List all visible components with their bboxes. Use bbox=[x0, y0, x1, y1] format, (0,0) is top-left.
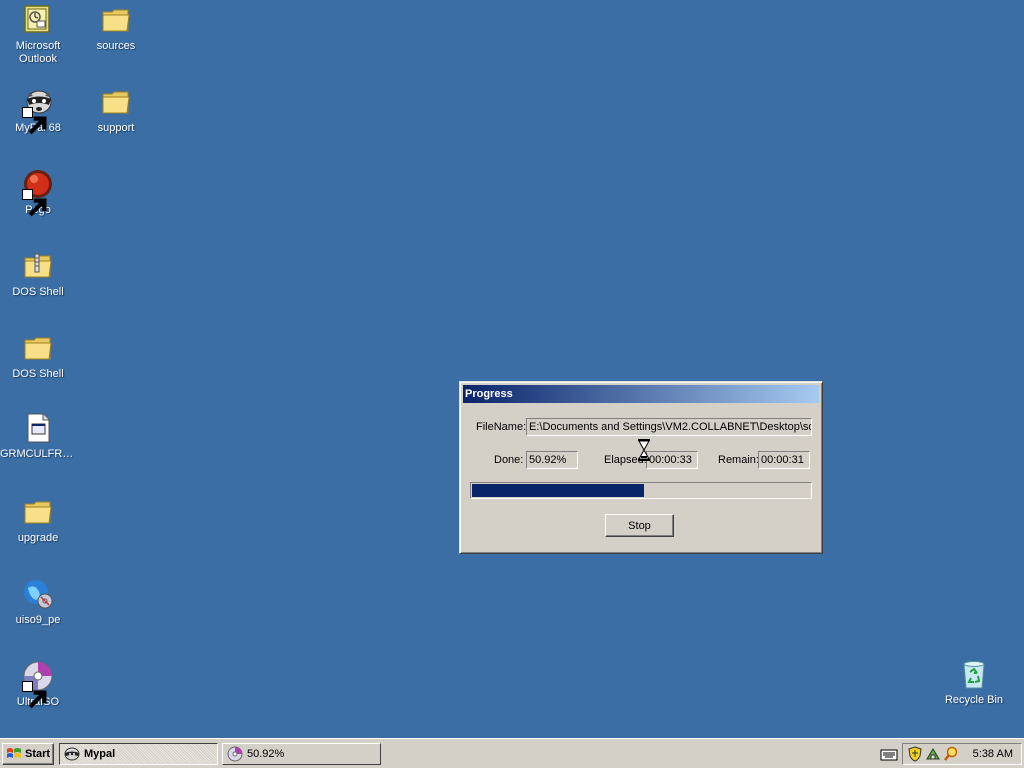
desktop-icon-label: sources bbox=[96, 40, 136, 52]
desktop-icon-mypal-68[interactable]: MyPal 68 bbox=[0, 86, 76, 135]
desktop-icon-dos-shell-folder[interactable]: DOS Shell bbox=[0, 332, 76, 381]
hourglass-cursor-icon bbox=[637, 439, 651, 461]
folder-icon bbox=[100, 86, 132, 118]
desktop-icon-label: DOS Shell bbox=[12, 368, 64, 380]
magnifier-icon[interactable] bbox=[943, 746, 959, 762]
done-field: 50.92% bbox=[526, 451, 578, 469]
desktop-icon-dos-shell-zip[interactable]: DOS Shell bbox=[0, 250, 76, 299]
keyboard-icon[interactable] bbox=[880, 748, 898, 762]
network-icon[interactable] bbox=[925, 746, 941, 762]
raccoon-icon bbox=[22, 86, 54, 135]
disc-icon bbox=[227, 746, 243, 762]
stop-button[interactable]: Stop bbox=[605, 514, 674, 537]
desktop-icon-upgrade[interactable]: upgrade bbox=[0, 496, 76, 545]
exe-file-icon bbox=[22, 412, 54, 444]
folder-icon bbox=[100, 4, 132, 36]
outlook-icon bbox=[22, 4, 54, 36]
desktop-icon-ultraiso[interactable]: UltraISO bbox=[0, 660, 76, 709]
windows-logo-icon bbox=[7, 748, 21, 758]
taskbar-item-ultraiso-progress[interactable]: 50.92% bbox=[222, 743, 381, 765]
desktop-icon-recycle-bin[interactable]: Recycle Bin bbox=[936, 658, 1012, 707]
desktop-icon-uiso9-pe[interactable]: uiso9_pe bbox=[0, 578, 76, 627]
taskbar-item-label: 50.92% bbox=[247, 748, 285, 760]
zip-folder-icon bbox=[22, 250, 54, 282]
start-label: Start bbox=[25, 748, 51, 760]
desktop-icon-label: GRMCULFRE... bbox=[0, 448, 76, 460]
disc-icon bbox=[22, 660, 54, 709]
dialog-title[interactable]: Progress bbox=[463, 385, 819, 403]
taskbar-item-mypal[interactable]: Mypal bbox=[59, 743, 218, 765]
red-ball-icon bbox=[22, 168, 54, 217]
desktop-icon-grmculfre[interactable]: GRMCULFRE... bbox=[0, 412, 76, 461]
taskbar-item-label: Mypal bbox=[84, 748, 116, 760]
recycle-bin-icon bbox=[958, 658, 990, 690]
progress-bar bbox=[470, 482, 812, 499]
raccoon-icon bbox=[64, 747, 80, 761]
elapsed-field: 00:00:33 bbox=[646, 451, 698, 469]
desktop-icon-label: uiso9_pe bbox=[15, 614, 61, 626]
start-button[interactable]: Start bbox=[2, 743, 54, 765]
shield-icon[interactable] bbox=[907, 746, 923, 762]
desktop-icon-label: upgrade bbox=[17, 532, 59, 544]
desktop-icon-label: support bbox=[97, 122, 135, 134]
shortcut-arrow-icon bbox=[22, 189, 47, 217]
desktop-icon-sources[interactable]: sources bbox=[78, 4, 154, 53]
desktop-icon-pego[interactable]: Pego bbox=[0, 168, 76, 217]
filename-field: E:\Documents and Settings\VM2.COLLABNET\… bbox=[526, 418, 812, 436]
clock[interactable]: 5:38 AM bbox=[973, 748, 1013, 760]
shortcut-arrow-icon bbox=[22, 681, 47, 709]
shortcut-arrow-icon bbox=[22, 107, 47, 135]
done-label: Done: bbox=[494, 454, 524, 466]
folder-icon bbox=[22, 332, 54, 364]
desktop-icon-label: Recycle Bin bbox=[944, 694, 1004, 706]
remain-field: 00:00:31 bbox=[758, 451, 810, 469]
desktop-icon-microsoft-outlook[interactable]: Microsoft Outlook bbox=[0, 4, 76, 66]
system-tray: 5:38 AM bbox=[902, 743, 1022, 765]
progress-bar-fill bbox=[472, 484, 645, 497]
taskbar: Start Mypal 50.92% 5:38 AM bbox=[0, 738, 1024, 768]
remain-label: Remain: bbox=[718, 454, 759, 466]
desktop-icon-label: DOS Shell bbox=[12, 286, 64, 298]
globe-disc-icon bbox=[22, 578, 54, 610]
folder-icon bbox=[22, 496, 54, 528]
desktop-icon-label: Microsoft Outlook bbox=[15, 40, 61, 65]
filename-label: FileName: bbox=[476, 421, 527, 433]
desktop-icon-support[interactable]: support bbox=[78, 86, 154, 135]
